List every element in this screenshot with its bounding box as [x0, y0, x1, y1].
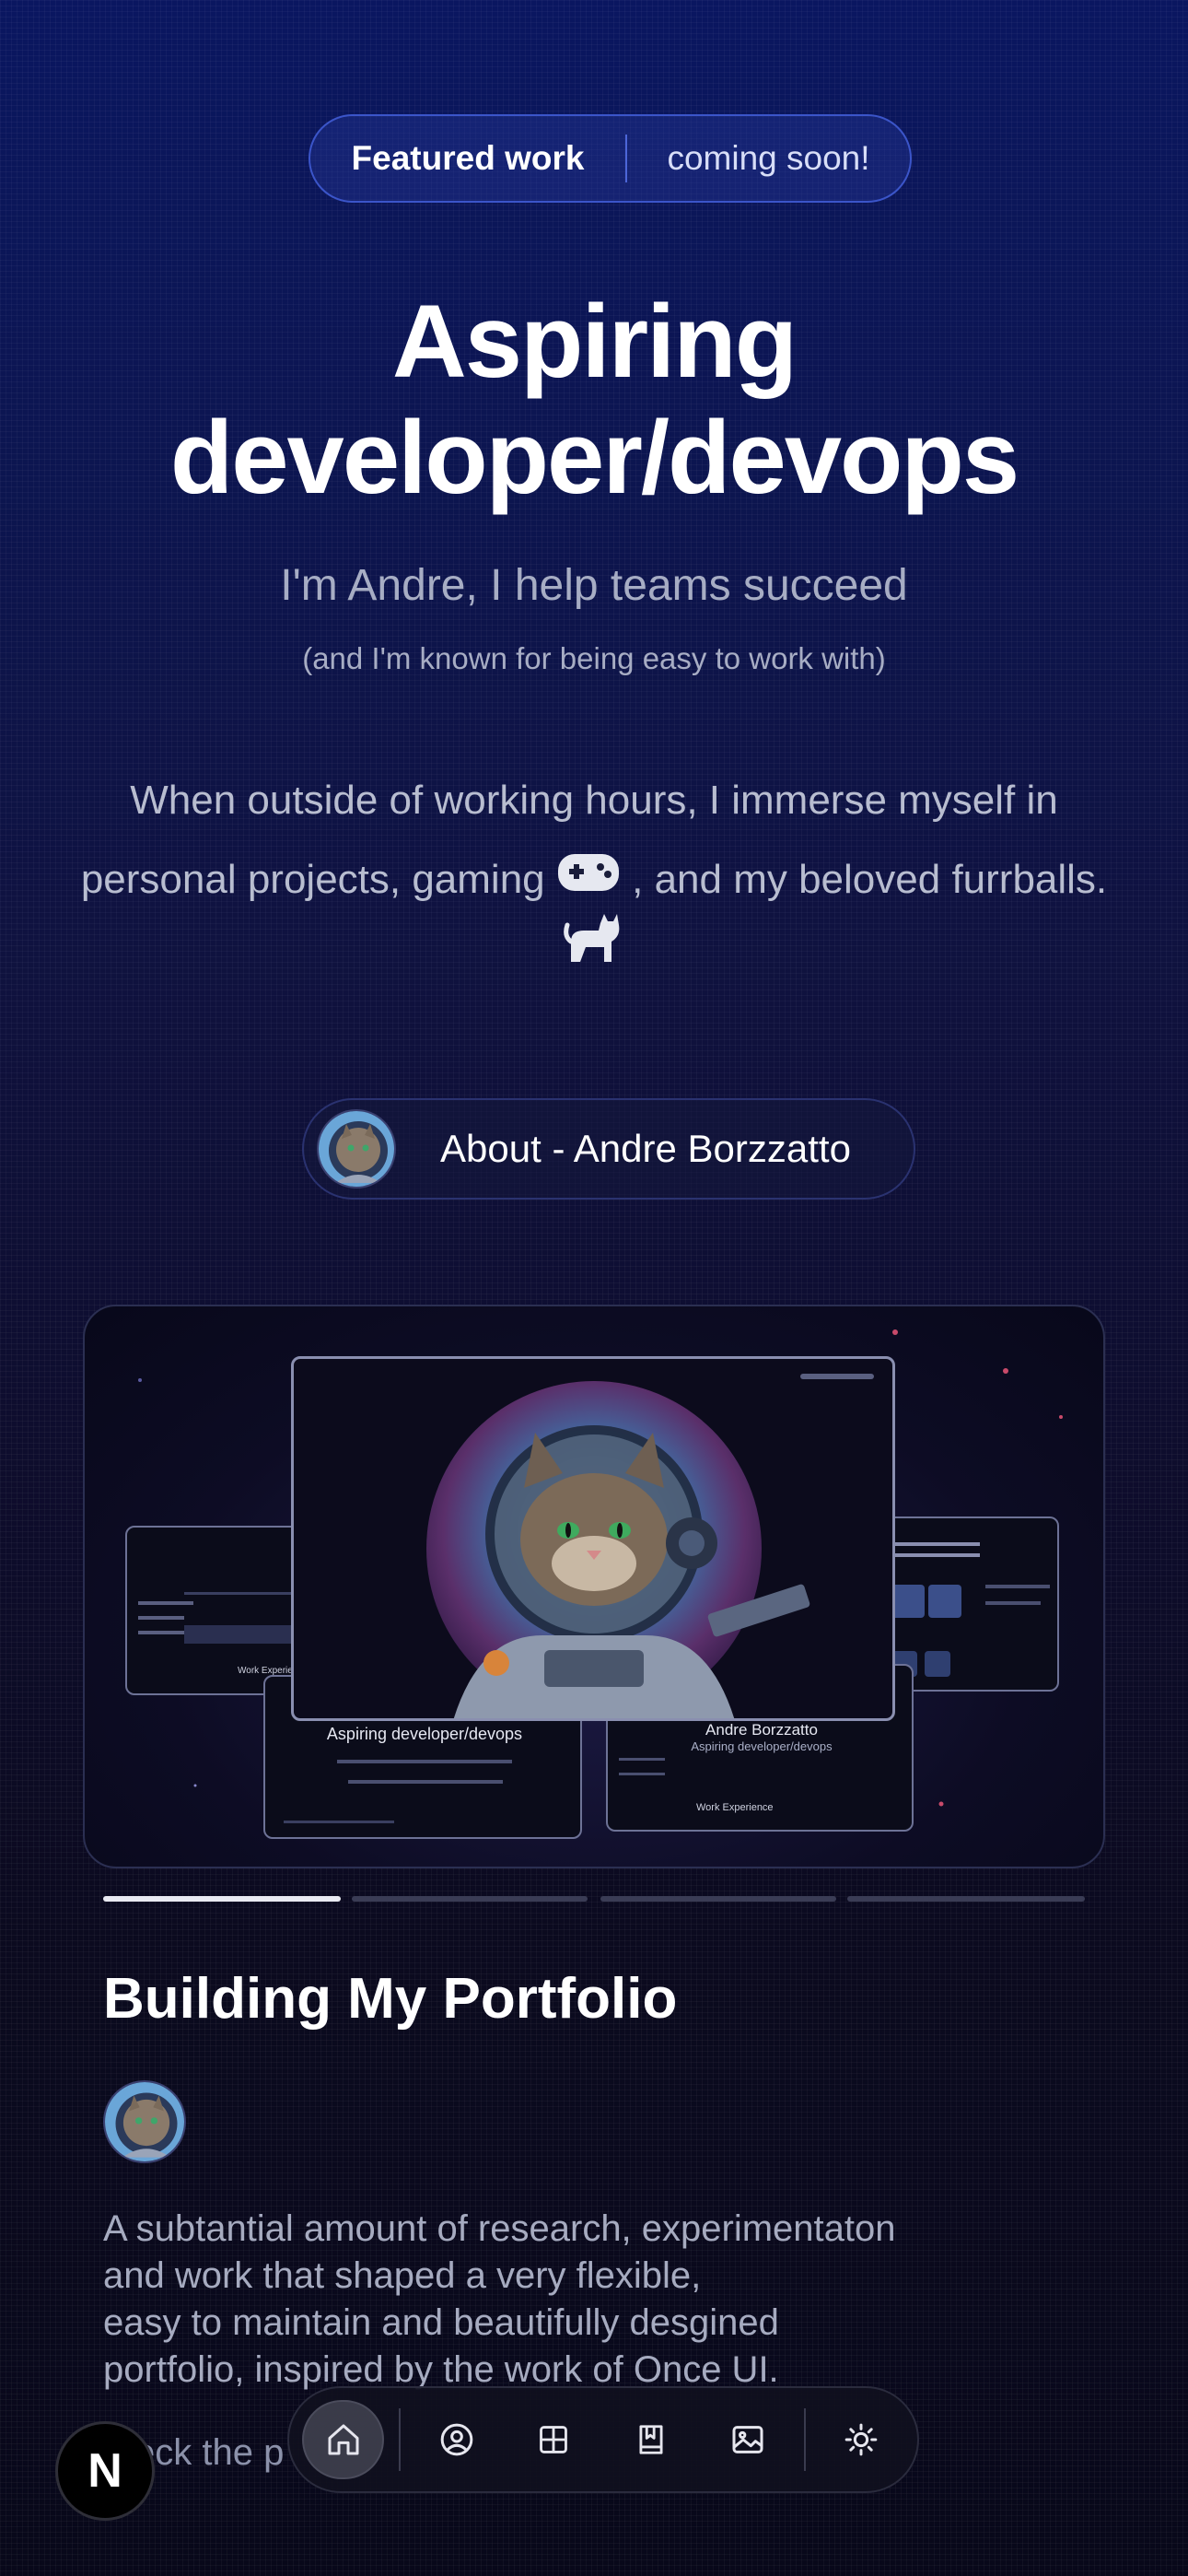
project-carousel[interactable]: Work Experience Aspiring developer/devop… [83, 1305, 1105, 1868]
astronaut-cat-illustration [426, 1381, 810, 1718]
about-label: About - Andre Borzzatto [440, 1127, 851, 1170]
cat-icon [564, 905, 624, 966]
book-icon[interactable] [610, 2400, 692, 2479]
carousel-indicator-1[interactable] [103, 1896, 341, 1902]
person-icon[interactable] [415, 2400, 497, 2479]
shot-right-subtitle: Aspiring developer/devops [691, 1739, 833, 1753]
grid-icon[interactable] [513, 2400, 595, 2479]
avatar [317, 1109, 396, 1188]
hero-title-line2: developer/devops [169, 400, 1019, 515]
intro-line1: When outside of working hours, I immerse… [130, 778, 1058, 823]
author-avatar [103, 2080, 186, 2163]
hero-subtitle: I'm Andre, I help teams succeed [280, 561, 908, 610]
hero-title-line1: Aspiring [391, 284, 798, 399]
post-desc-line3: easy to maintain and beautifully desgine… [103, 2302, 779, 2343]
nextjs-logo-button[interactable]: N [55, 2421, 155, 2521]
carousel-indicator-3[interactable] [600, 1896, 836, 1902]
featured-work-badge[interactable]: Featured work coming soon! [309, 114, 912, 203]
hero-note: (and I'm known for being easy to work wi… [302, 641, 886, 675]
bottom-navbar [287, 2386, 919, 2493]
nav-divider [803, 2408, 806, 2471]
shot-right-section: Work Experience [696, 1802, 774, 1813]
post-title[interactable]: Building My Portfolio [103, 1966, 677, 2032]
post-desc-line1: A subtantial amount of research, experim… [103, 2208, 896, 2249]
screenshot-left-back: Work Experience [125, 1526, 309, 1695]
nav-divider [399, 2408, 402, 2471]
post-description: A subtantial amount of research, experim… [103, 2206, 987, 2394]
gallery-icon[interactable] [706, 2400, 788, 2479]
screenshot-main [291, 1356, 895, 1721]
carousel-indicator-4[interactable] [847, 1896, 1085, 1902]
about-button[interactable]: About - Andre Borzzatto [302, 1098, 915, 1200]
shot-right-title: Andre Borzzatto [705, 1721, 818, 1739]
featured-work-label: Featured work [351, 139, 585, 177]
carousel-indicator-2[interactable] [352, 1896, 588, 1902]
shot-left-title: Aspiring developer/devops [326, 1725, 523, 1743]
coming-soon-label: coming soon! [667, 139, 870, 177]
check-project-link[interactable]: eck the p [134, 2432, 284, 2474]
logo-letter: N [87, 2444, 122, 2498]
post-desc-line2: and work that shaped a very flexible, [103, 2255, 702, 2296]
theme-toggle-icon[interactable] [821, 2400, 903, 2479]
intro-paragraph: When outside of working hours, I immerse… [46, 761, 1142, 921]
hero-title: Aspiring developer/devops [0, 284, 1188, 516]
home-icon[interactable] [302, 2400, 385, 2479]
intro-line2a: personal projects, gaming [80, 857, 545, 902]
intro-line2b: , and my beloved furrballs. [632, 857, 1108, 902]
